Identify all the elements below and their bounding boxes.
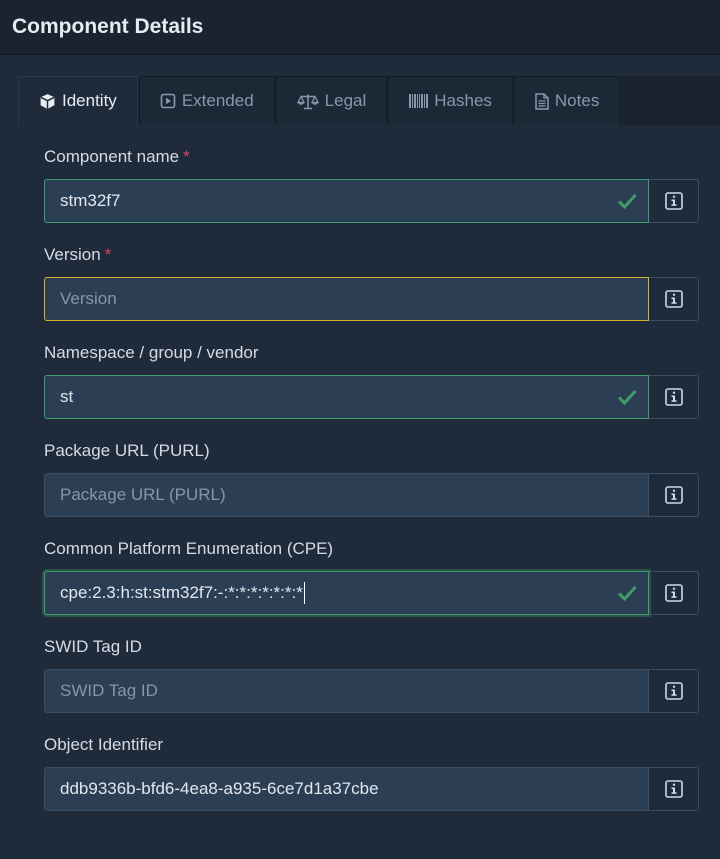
info-button[interactable] (649, 669, 699, 713)
info-icon (664, 486, 683, 504)
info-icon (664, 584, 683, 602)
tab-legal[interactable]: Legal (275, 76, 388, 125)
info-button[interactable] (649, 179, 699, 223)
check-icon (617, 585, 637, 602)
purl-field: Package URL (PURL) Package URL (PURL) (44, 439, 699, 517)
check-icon (617, 389, 637, 406)
tab-label: Legal (324, 91, 367, 110)
swid-field: SWID Tag ID SWID Tag ID (44, 635, 699, 713)
object-identifier-field: Object Identifier ddb9336b-bfd6-4ea8-a93… (44, 733, 699, 811)
required-marker: * (183, 147, 190, 166)
field-label: Version * (44, 245, 112, 264)
scale-icon (296, 93, 319, 110)
placeholder: SWID Tag ID (60, 681, 158, 700)
tab-extended[interactable]: Extended (138, 76, 275, 125)
tab-label: Identity (62, 91, 117, 110)
tab-bar: Identity Extended Legal Hashes Notes (18, 76, 720, 125)
info-button[interactable] (649, 473, 699, 517)
component-panel: Identity Extended Legal Hashes Notes Com… (18, 76, 720, 859)
info-button[interactable] (649, 571, 699, 615)
field-label: SWID Tag ID (44, 637, 142, 656)
placeholder: Package URL (PURL) (60, 485, 226, 504)
barcode-icon (409, 94, 429, 108)
tab-label: Extended (181, 91, 254, 110)
field-label: Object Identifier (44, 735, 164, 754)
object-identifier-input[interactable]: ddb9336b-bfd6-4ea8-a935-6ce7d1a37cbe (44, 767, 649, 811)
placeholder: Version (60, 289, 117, 308)
tab-hashes[interactable]: Hashes (388, 76, 513, 125)
cpe-field: Common Platform Enumeration (CPE) cpe:2.… (44, 537, 699, 615)
tab-identity[interactable]: Identity (18, 76, 138, 125)
info-button[interactable] (649, 767, 699, 811)
play-square-icon (160, 93, 176, 109)
component-name-field: Component name * stm32f7 (44, 145, 699, 223)
info-icon (664, 290, 683, 308)
page-header: Component Details (0, 0, 720, 55)
field-label: Package URL (PURL) (44, 441, 210, 460)
info-icon (664, 388, 683, 406)
cpe-input[interactable]: cpe:2.3:h:st:stm32f7:-:*:*:*:*:*:*:* (44, 571, 649, 615)
namespace-field: Namespace / group / vendor st (44, 341, 699, 419)
info-icon (664, 682, 683, 700)
tab-label: Hashes (434, 91, 492, 110)
info-button[interactable] (649, 375, 699, 419)
field-label: Common Platform Enumeration (CPE) (44, 539, 334, 558)
identity-form: Component name * stm32f7 Version * Version (18, 125, 720, 811)
required-marker: * (104, 245, 112, 264)
namespace-input[interactable]: st (44, 375, 649, 419)
component-name-input[interactable]: stm32f7 (44, 179, 649, 223)
swid-input[interactable]: SWID Tag ID (44, 669, 649, 713)
text-cursor (303, 582, 305, 604)
cube-icon (39, 93, 56, 110)
page-title: Component Details (12, 15, 204, 38)
purl-input[interactable]: Package URL (PURL) (44, 473, 649, 517)
info-icon (664, 192, 683, 210)
document-icon (535, 92, 549, 110)
tab-notes[interactable]: Notes (513, 76, 621, 125)
version-field: Version * Version (44, 243, 699, 321)
info-button[interactable] (649, 277, 699, 321)
field-label: Component name * (44, 147, 190, 166)
tab-label: Notes (554, 91, 600, 110)
check-icon (617, 193, 637, 210)
field-label: Namespace / group / vendor (44, 343, 259, 362)
version-input[interactable]: Version (44, 277, 649, 321)
info-icon (664, 780, 683, 798)
